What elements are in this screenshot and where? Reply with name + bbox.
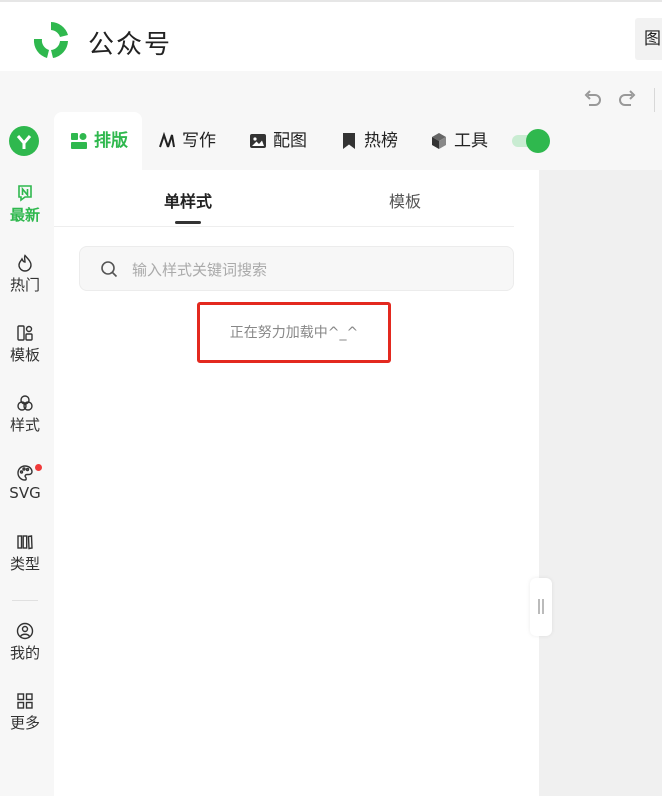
bookmark-icon <box>343 133 355 149</box>
tab-label: 配图 <box>273 131 307 151</box>
grid-icon <box>17 693 33 709</box>
tab-write[interactable]: 写作 <box>158 112 216 170</box>
tab-label: 热榜 <box>364 131 398 151</box>
notification-dot <box>35 464 42 471</box>
ai-write-icon <box>159 132 175 148</box>
redo-button[interactable] <box>617 88 639 112</box>
sidebar-item-mine[interactable]: 我的 <box>0 622 50 663</box>
flame-icon <box>18 254 32 272</box>
sidebar-item-label: 样式 <box>9 416 40 434</box>
user-icon <box>16 622 34 640</box>
redo-icon <box>619 90 636 106</box>
tab-label: 排版 <box>94 131 128 151</box>
subtab-bar: 单样式 模板 <box>54 170 514 227</box>
sidebar-item-templates[interactable]: 模板 <box>0 324 50 365</box>
sidebar-item-label: 我的 <box>9 644 40 662</box>
tab-hot-list[interactable]: 热榜 <box>340 112 398 170</box>
app-title: 公众号 <box>88 30 173 60</box>
sidebar-item-more[interactable]: 更多 <box>0 692 50 733</box>
sidebar-item-label: 模板 <box>9 346 40 364</box>
image-icon <box>250 134 266 148</box>
tab-tools[interactable]: 工具 <box>430 112 488 170</box>
app-logo-icon <box>33 22 68 58</box>
toggle-knob <box>526 129 550 153</box>
handle-bar <box>538 599 540 614</box>
sidebar-item-latest[interactable]: 最新 <box>0 184 50 225</box>
search-icon <box>101 261 118 278</box>
undo-icon <box>584 90 601 106</box>
toolbar-divider <box>654 88 655 112</box>
layout-icon <box>71 133 87 149</box>
sidebar-item-label: SVG <box>9 484 41 502</box>
cube-icon <box>432 133 446 149</box>
sidebar-item-hot[interactable]: 热门 <box>0 254 50 295</box>
sidebar-item-styles[interactable]: 样式 <box>0 394 50 435</box>
subtab-single-style[interactable]: 单样式 <box>164 188 212 212</box>
sidebar-item-svg[interactable]: SVG <box>0 464 50 502</box>
subtab-active-indicator <box>175 221 201 224</box>
main-tabbar: 排版 写作 配图 热榜 工具 <box>54 112 662 170</box>
palette-icon <box>17 465 33 481</box>
sidebar-item-label: 类型 <box>9 555 40 573</box>
subtab-templates[interactable]: 模板 <box>389 188 421 212</box>
editor-canvas <box>539 170 662 796</box>
sidebar-divider <box>12 600 38 601</box>
tab-label: 写作 <box>182 131 216 151</box>
sidebar-item-label: 更多 <box>9 714 40 732</box>
search-input[interactable] <box>130 257 494 283</box>
sidebar-item-label: 最新 <box>9 206 40 224</box>
image-menu-button[interactable]: 图 <box>635 18 662 60</box>
undo-button[interactable] <box>581 88 603 112</box>
brand-logo-icon[interactable] <box>9 126 39 156</box>
mode-toggle[interactable] <box>512 129 552 153</box>
new-badge-icon <box>18 185 32 202</box>
sidebar-item-types[interactable]: 类型 <box>0 533 50 574</box>
left-sidebar: 最新 热门 模板 样式 SVG 类型 我的 更多 <box>0 112 54 796</box>
columns-icon <box>17 535 33 550</box>
tab-image[interactable]: 配图 <box>249 112 307 170</box>
search-box <box>79 246 514 291</box>
circles-icon <box>17 395 33 411</box>
template-icon <box>17 325 33 341</box>
tab-label: 工具 <box>454 131 488 151</box>
panel-collapse-handle[interactable] <box>530 578 552 636</box>
handle-bar <box>542 599 544 614</box>
sidebar-item-label: 热门 <box>9 276 40 294</box>
tab-layout[interactable]: 排版 <box>54 112 142 170</box>
top-header: 公众号 图 <box>0 0 662 71</box>
loading-message: 正在努力加载中^_^ <box>197 302 391 363</box>
